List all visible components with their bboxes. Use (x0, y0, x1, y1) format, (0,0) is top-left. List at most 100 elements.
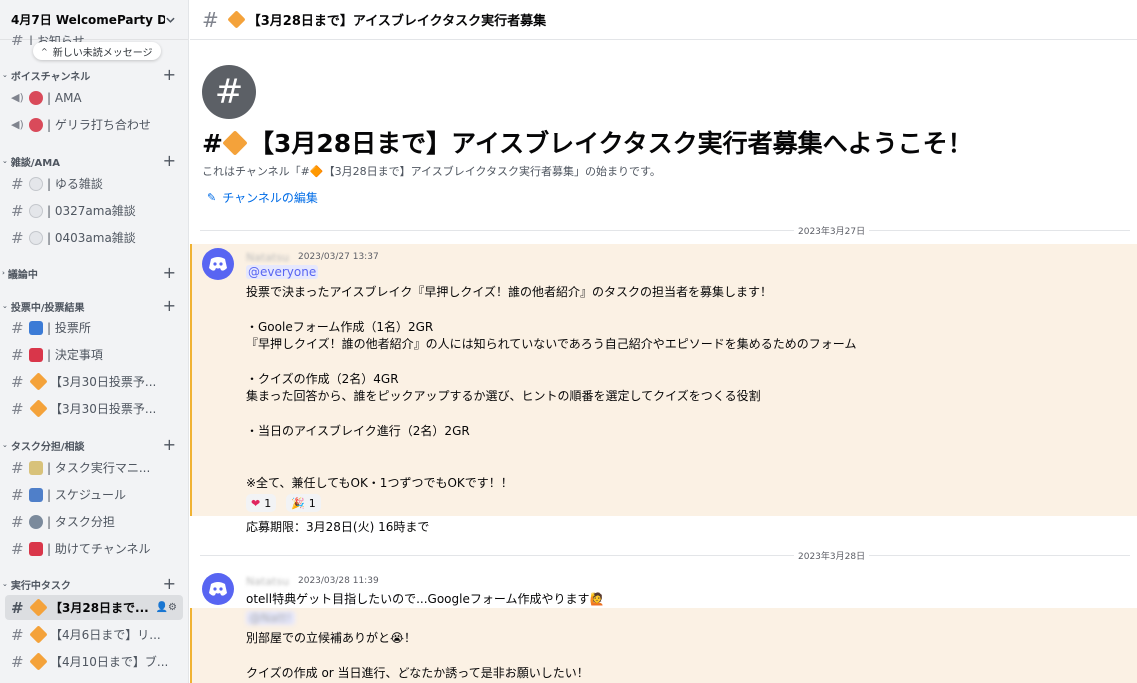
orange-diamond-icon (29, 625, 48, 644)
message-mention-line: @Natt! (246, 611, 295, 625)
sidebar-item-current-channel[interactable]: # 【3月28日まで... 👤⚙ (5, 595, 183, 620)
caret-icon: ⌄ (2, 71, 8, 79)
bar-chart-icon (29, 487, 43, 502)
lips-icon (29, 90, 43, 105)
new-unread-pill[interactable]: ^ 新しい未読メッセージ (33, 42, 161, 60)
people-icon (29, 514, 43, 529)
date-divider-label: 2023年3月27日 (794, 224, 870, 237)
sidebar-item-0327[interactable]: # | 0327ama雑談 (5, 198, 183, 223)
message-line: 集まった回答から、誰をピックアップするか選び、ヒントの順番を選定してクイズをつく… (246, 389, 761, 403)
chevron-down-icon (166, 17, 175, 23)
add-channel-icon[interactable]: + (163, 151, 176, 170)
message-timestamp: 2023/03/28 11:39 (298, 576, 379, 586)
category-label: 投票中/投票結果 (10, 302, 85, 314)
add-channel-icon[interactable]: + (163, 574, 176, 593)
server-name: 4月7日 WelcomeParty D... (11, 13, 166, 27)
sidebar-item-decisions[interactable]: # | 決定事項 (5, 342, 183, 367)
hash-icon: # (11, 458, 24, 477)
sidebar-item-help[interactable]: # | 助けてチャンネル (5, 536, 183, 561)
add-channel-icon[interactable]: + (163, 296, 176, 315)
hash-icon: # (11, 485, 24, 504)
welcome-title: # 【3月28日まで】アイスブレイクタスク実行者募集へようこそ！ (202, 124, 973, 160)
scroll-icon (29, 460, 43, 475)
message-line: 応募期限：3月28日(火) 16時まで (246, 520, 430, 534)
sidebar-item-ama[interactable]: ◀) | AMA (5, 85, 183, 110)
sidebar-item-0403[interactable]: # | 0403ama雑談 (5, 225, 183, 250)
sidebar-item-label: | 0327ama雑談 (47, 204, 136, 218)
avatar[interactable] (202, 248, 234, 280)
sidebar-item-vote-0330b[interactable]: # 【3月30日投票予... (5, 396, 183, 421)
orange-diamond-icon (29, 372, 48, 391)
hash-icon: # (11, 539, 24, 558)
mention-user[interactable]: @Natt! (246, 611, 295, 625)
orange-diamond-icon (29, 399, 48, 418)
sidebar-item-label: 【4月10日まで】ブ... (50, 655, 169, 669)
sidebar-item-yuru[interactable]: # | ゆる雑談 (5, 171, 183, 196)
party-popper-icon: 🎉 (291, 496, 305, 510)
category-voting[interactable]: ⌄ 投票中/投票結果 + (0, 296, 188, 315)
chat-main: # 【3月28日まで】アイスブレイクタスク実行者募集 # # 【3月28日まで】ア… (190, 0, 1137, 683)
sidebar-item-task-0406[interactable]: # 【4月6日まで】リ... (5, 622, 183, 647)
mention-everyone[interactable]: @everyone (246, 265, 319, 279)
server-header[interactable]: 4月7日 WelcomeParty D... (0, 0, 188, 40)
chevron-up-icon: ^ (41, 46, 48, 56)
date-divider: 2023年3月28日 (200, 549, 1130, 562)
invite-settings-icons[interactable]: 👤⚙ (156, 602, 177, 613)
sidebar-item-task-0410[interactable]: # 【4月10日まで】ブ... (5, 649, 183, 674)
hash-glyph: # (202, 129, 223, 158)
sidebar-item-label: | スケジュール (47, 488, 127, 502)
orange-diamond-icon (29, 652, 48, 671)
message-author[interactable]: Natatsu (246, 251, 289, 264)
hash-icon: # (11, 174, 24, 193)
add-channel-icon[interactable]: + (163, 263, 176, 282)
hash-icon: # (11, 228, 24, 247)
category-voice[interactable]: ⌄ ボイスチャンネル + (0, 65, 188, 84)
date-divider-label: 2023年3月28日 (794, 549, 870, 562)
sidebar-item-label: 【3月30日投票予... (50, 375, 157, 389)
message-line: ※全て、兼任してもOK・1つずつでもOKです！！ (246, 476, 513, 490)
new-unread-label: 新しい未読メッセージ (52, 47, 153, 59)
sidebar-item-vote-0330a[interactable]: # 【3月30日投票予... (5, 369, 183, 394)
message-line: 投票で決まったアイスブレイク『早押しクイズ！誰の他者紹介』のタスクの担当者を募集… (246, 285, 772, 299)
discord-logo-icon (209, 582, 227, 596)
add-channel-icon[interactable]: + (163, 435, 176, 454)
message-line: ・Gooleフォーム作成（1名）2GR (246, 320, 434, 334)
caret-icon: › (2, 269, 5, 277)
category-label: 実行中タスク (10, 580, 71, 592)
channel-hash-icon: # (202, 65, 256, 119)
caret-icon: ⌄ (2, 302, 8, 310)
reaction-count: 1 (264, 496, 272, 510)
add-channel-icon[interactable]: + (163, 65, 176, 84)
category-active-tasks[interactable]: ⌄ 実行中タスク + (0, 574, 188, 593)
category-task-assign[interactable]: ⌄ タスク分担/相談 + (0, 435, 188, 454)
channel-header: # 【3月28日まで】アイスブレイクタスク実行者募集 (190, 0, 1137, 40)
category-discussion[interactable]: › 議論中 + (0, 263, 188, 282)
reaction-party[interactable]: 🎉 1 (286, 494, 321, 512)
thought-bubble-icon (29, 176, 43, 191)
speech-bubble-icon (29, 203, 43, 218)
lips-icon (29, 117, 43, 132)
message-timestamp: 2023/03/27 13:37 (298, 252, 379, 262)
hash-icon: # (11, 399, 24, 418)
sidebar-item-voting-place[interactable]: # | 投票所 (5, 315, 183, 340)
category-label: 議論中 (7, 269, 38, 281)
hash-icon: # (11, 625, 24, 644)
sidebar-item-label: | 0403ama雑談 (47, 231, 136, 245)
avatar[interactable] (202, 573, 234, 605)
sidebar-item-task-split[interactable]: # | タスク分担 (5, 509, 183, 534)
edit-channel-label: チャンネルの編集 (222, 191, 318, 205)
edit-channel-link[interactable]: ✎ チャンネルの編集 (207, 189, 318, 206)
message-author[interactable]: Natatsu (246, 575, 289, 588)
sidebar-item-schedule[interactable]: # | スケジュール (5, 482, 183, 507)
welcome-subtitle: これはチャンネル「#🔶【3月28日まで】アイスブレイクタスク実行者募集」の始まり… (202, 165, 661, 178)
pencil-icon: ✎ (207, 191, 217, 204)
sidebar-item-label: 【3月28日まで... (50, 601, 149, 615)
category-chat[interactable]: ⌄ 雑談/AMA + (0, 151, 188, 170)
hash-icon: # (11, 598, 24, 617)
date-divider: 2023年3月27日 (200, 224, 1130, 237)
welcome-title-text: 【3月28日まで】アイスブレイクタスク実行者募集へようこそ！ (248, 129, 973, 158)
reaction-heart[interactable]: ❤ 1 (246, 494, 277, 512)
sidebar-item-guerrilla[interactable]: ◀) | ゲリラ打ち合わせ (5, 112, 183, 137)
sidebar-item-task-manual[interactable]: # | タスク実行マニ... (5, 455, 183, 480)
sidebar-item-label: 【3月30日投票予... (50, 402, 157, 416)
